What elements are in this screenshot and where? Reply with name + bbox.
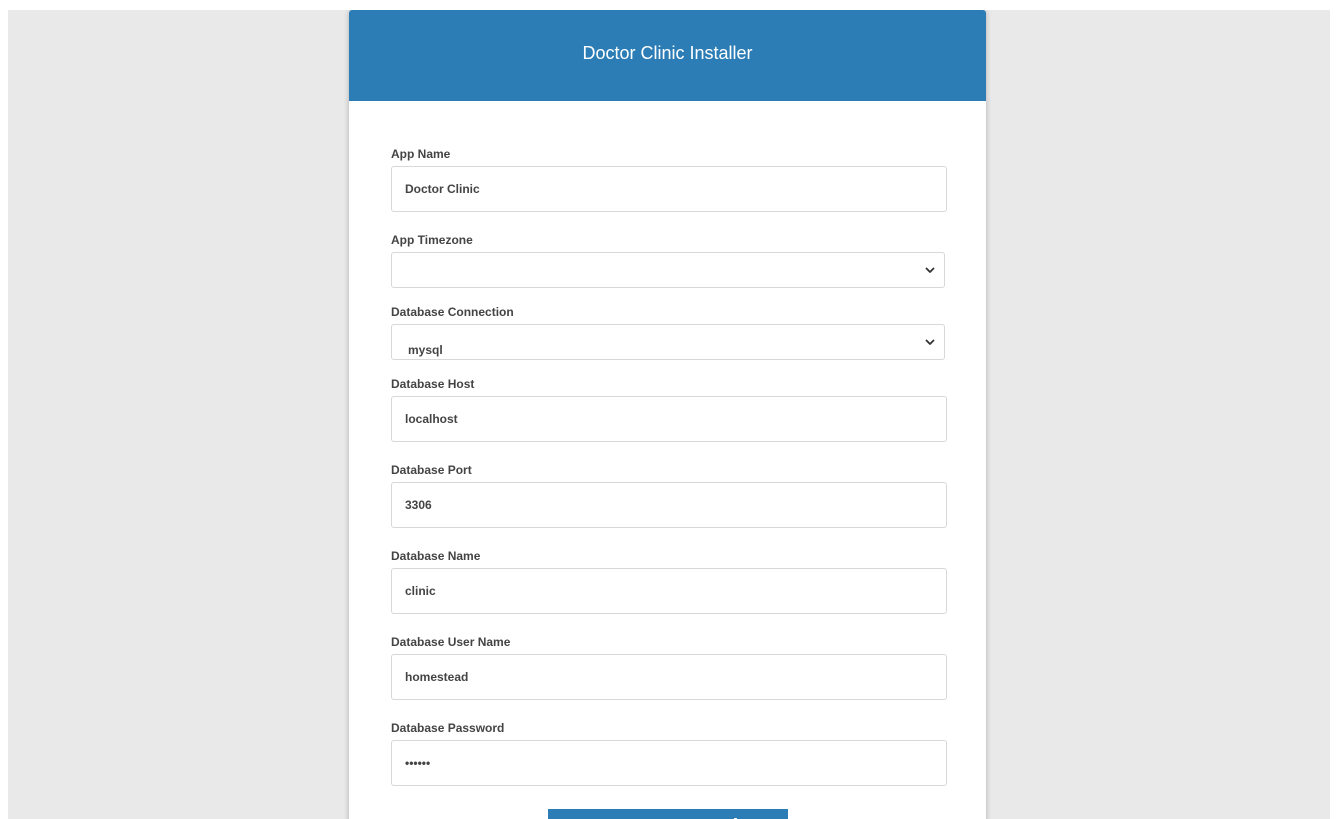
- test-db-connection-button[interactable]: Test DB Connection: [548, 809, 788, 819]
- db-user-group: Database User Name: [391, 635, 947, 700]
- app-name-group: App Name: [391, 147, 947, 212]
- page-background: Doctor Clinic Installer App Name App Tim…: [8, 10, 1330, 819]
- db-host-group: Database Host: [391, 377, 947, 442]
- db-connection-select[interactable]: mysql: [391, 324, 945, 360]
- db-password-input[interactable]: [391, 740, 947, 786]
- db-connection-value: mysql: [408, 343, 443, 357]
- card-header: Doctor Clinic Installer: [349, 10, 986, 101]
- db-name-input[interactable]: [391, 568, 947, 614]
- installer-form: App Name App Timezone Database Connectio…: [349, 101, 986, 819]
- db-name-label: Database Name: [391, 549, 481, 563]
- db-password-group: Database Password: [391, 721, 947, 786]
- db-connection-label: Database Connection: [391, 305, 514, 319]
- db-connection-group: Database Connection mysql: [391, 305, 945, 360]
- db-host-input[interactable]: [391, 396, 947, 442]
- app-timezone-select[interactable]: [391, 252, 945, 288]
- db-user-label: Database User Name: [391, 635, 511, 649]
- app-timezone-group: App Timezone: [391, 233, 945, 288]
- db-port-input[interactable]: [391, 482, 947, 528]
- chevron-down-icon: [925, 267, 935, 273]
- app-timezone-label: App Timezone: [391, 233, 473, 247]
- app-name-label: App Name: [391, 147, 451, 161]
- db-user-input[interactable]: [391, 654, 947, 700]
- db-name-group: Database Name: [391, 549, 947, 614]
- chevron-down-icon: [925, 339, 935, 345]
- db-port-label: Database Port: [391, 463, 472, 477]
- button-row: Test DB Connection: [391, 809, 945, 819]
- installer-card: Doctor Clinic Installer App Name App Tim…: [349, 10, 986, 819]
- db-password-label: Database Password: [391, 721, 505, 735]
- db-host-label: Database Host: [391, 377, 475, 391]
- app-name-input[interactable]: [391, 166, 947, 212]
- db-port-group: Database Port: [391, 463, 947, 528]
- page-title: Doctor Clinic Installer: [582, 43, 753, 63]
